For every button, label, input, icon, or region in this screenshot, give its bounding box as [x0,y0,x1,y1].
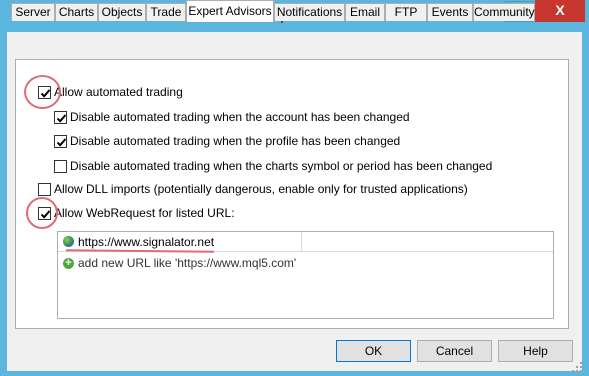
tab-server[interactable]: Server [11,3,55,21]
add-url-hint[interactable]: add new URL like 'https://www.mql5.com' [78,256,296,270]
allow-dll-imports-label: Allow DLL imports (potentially dangerous… [54,182,468,196]
resize-grip-icon[interactable] [572,362,582,372]
close-button[interactable]: X [535,0,585,22]
tab-ftp[interactable]: FTP [385,3,427,21]
disable-symbol-changed-label: Disable automated trading when the chart… [70,159,493,173]
ok-button[interactable]: OK [336,340,411,362]
annotation-circle [26,197,58,229]
allow-automated-trading-label: Allow automated trading [54,85,183,99]
disable-profile-changed-checkbox[interactable] [54,135,67,148]
help-button[interactable]: Help [498,340,573,362]
checkmark-icon [56,114,67,123]
disable-symbol-changed-checkbox[interactable] [54,160,67,173]
tab-notifications[interactable]: Notifications [274,3,345,21]
tab-expert-advisors[interactable]: Expert Advisors [186,0,274,22]
url-value: https://www.signalator.net [78,235,215,249]
tab-community[interactable]: Community [473,3,535,21]
checkmark-icon [56,138,67,147]
disable-profile-changed-label: Disable automated trading when the profi… [70,134,401,148]
tab-events[interactable]: Events [427,3,473,21]
tab-charts[interactable]: Charts [55,3,98,21]
annotation-circle [24,75,61,109]
disable-account-changed-label: Disable automated trading when the accou… [70,110,410,124]
allow-webrequest-label: Allow WebRequest for listed URL: [54,206,235,220]
tab-objects[interactable]: Objects [98,3,146,21]
column-divider [301,232,302,252]
tab-trade[interactable]: Trade [146,3,186,21]
options-window: Options ? X Server Charts Objects Trade … [0,0,589,376]
add-icon[interactable]: + [63,258,74,269]
globe-icon [63,236,74,247]
tab-email[interactable]: Email [345,3,385,21]
url-list[interactable]: https://www.signalator.net + add new URL… [57,231,554,319]
allow-dll-imports-checkbox[interactable] [38,183,51,196]
disable-account-changed-checkbox[interactable] [54,111,67,124]
cancel-button[interactable]: Cancel [417,340,492,362]
